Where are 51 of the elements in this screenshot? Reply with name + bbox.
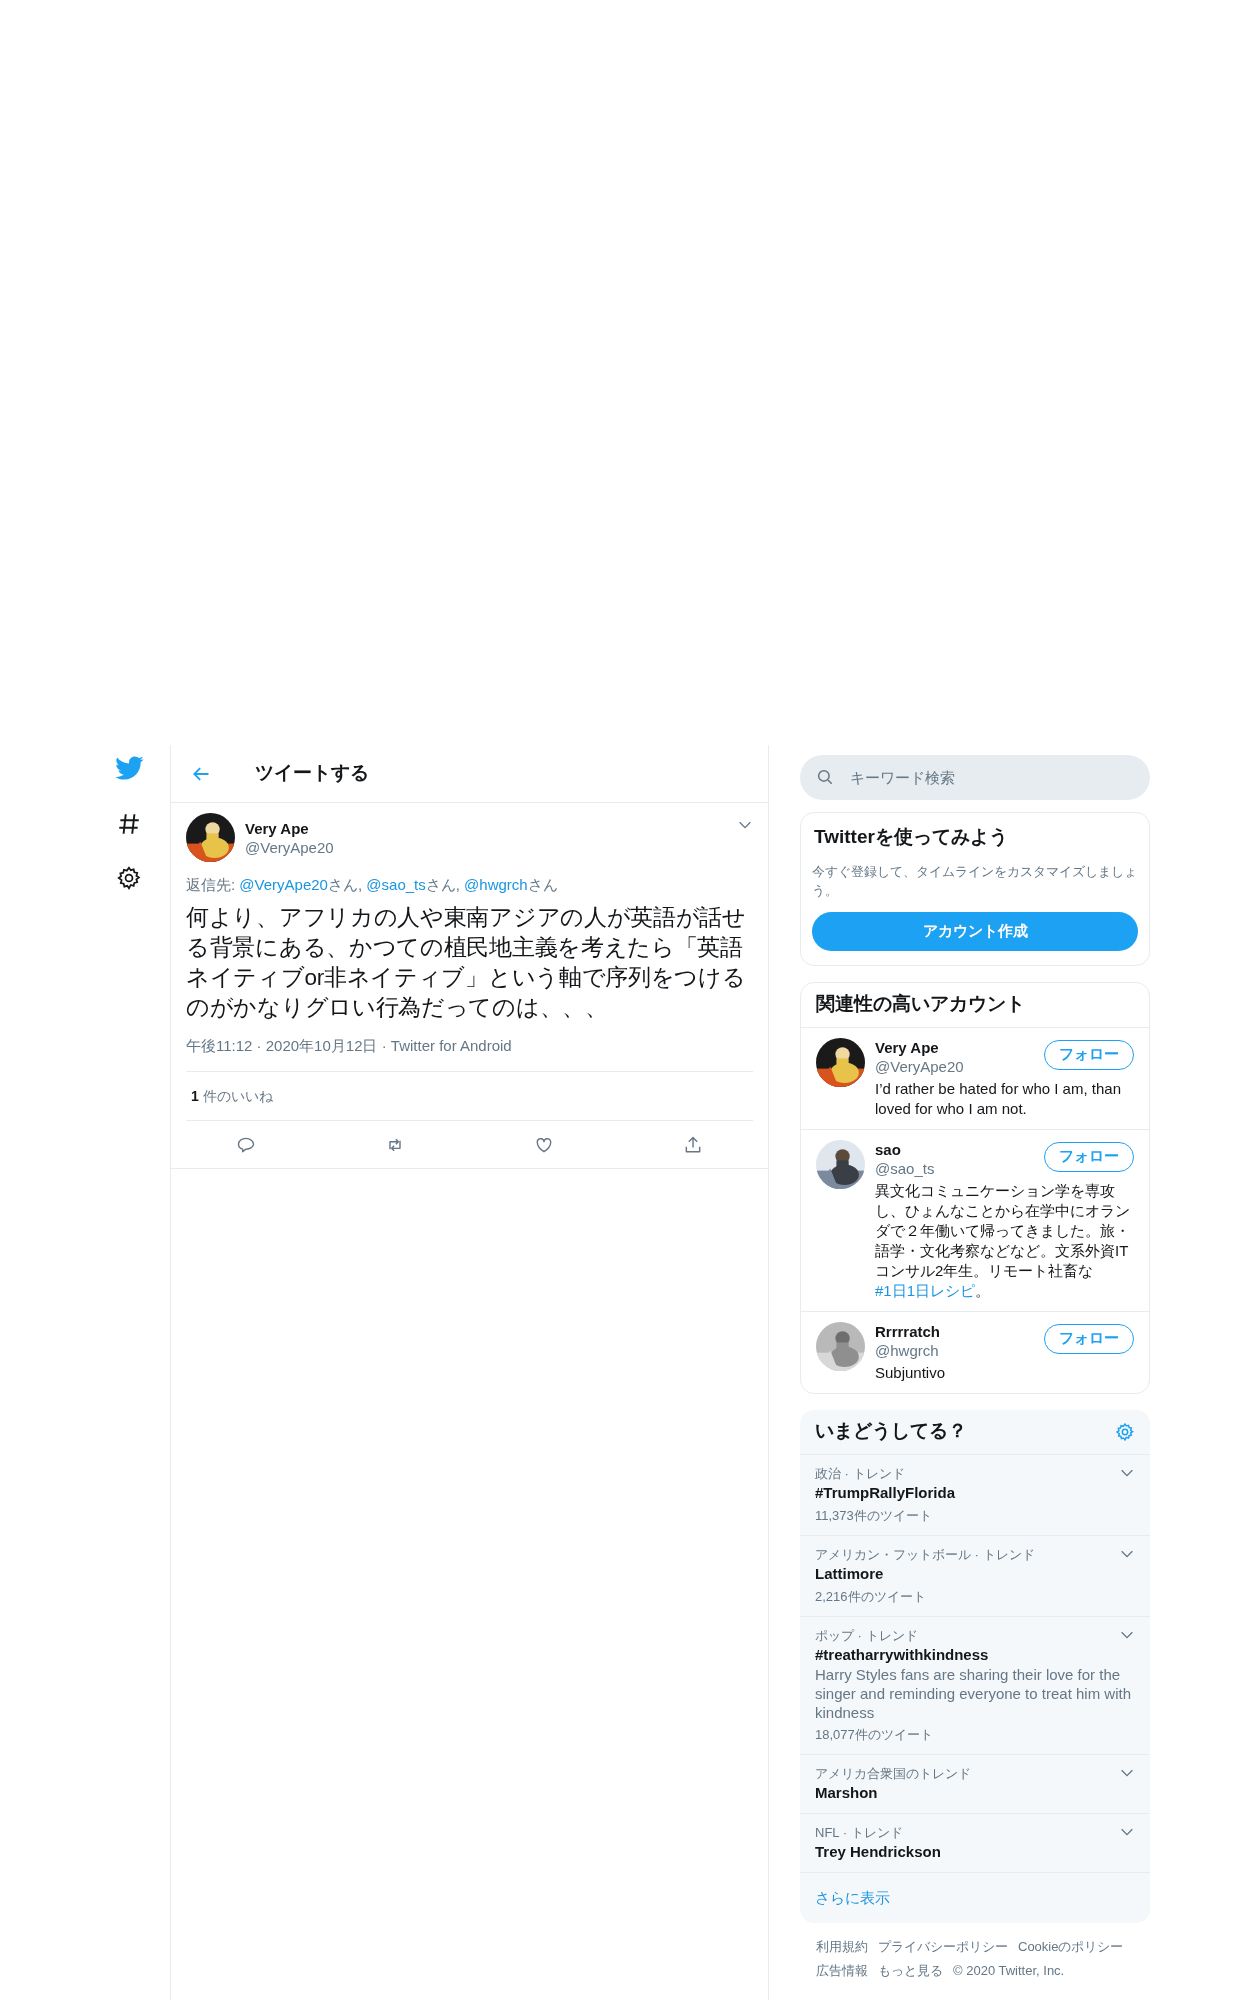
footer-link[interactable]: Cookieのポリシー [1018, 1937, 1124, 1957]
trend-context: ポップ · トレンド [815, 1626, 918, 1645]
account-name[interactable]: sao [875, 1139, 1044, 1159]
account-handle[interactable]: @VeryApe20 [875, 1056, 1044, 1076]
trend-title[interactable]: #treatharrywithkindness [815, 1644, 989, 1665]
footer-link[interactable]: 広告情報 [816, 1960, 868, 1980]
footer-link[interactable]: プライバシーポリシー [878, 1937, 1008, 1957]
tweet-count: 2,216件のツイート [815, 1587, 927, 1606]
trend-context: NFL · トレンド [815, 1823, 903, 1842]
search-icon [816, 768, 834, 786]
account-name[interactable]: Very Ape [875, 1037, 1044, 1057]
copyright-text: © 2020 Twitter, Inc. [953, 1961, 1065, 1980]
mention-link[interactable]: @sao_ts [366, 876, 426, 893]
create-account-button[interactable]: アカウント作成 [812, 911, 1138, 951]
search-field[interactable]: キーワード検索 [800, 755, 1150, 800]
trend-context: アメリカン・フットボール · トレンド [815, 1545, 1035, 1564]
trend-description: Harry Styles fans are sharing their love for the singer and reminding everyone to treat him with kindness [815, 1664, 1132, 1722]
card-title: いまどうしてる？ [815, 1419, 967, 1444]
card-title: Twitterを使ってみよう [813, 825, 1009, 849]
tweet-count: 11,373件のツイート [815, 1506, 933, 1525]
account-name[interactable]: Rrrrratch [875, 1321, 1044, 1341]
footer-link[interactable]: もっと見る [878, 1960, 943, 1980]
signup-text: 今すぐ登録して、タイムラインをカスタマイズしましょう。 [812, 862, 1138, 900]
author-handle[interactable]: @VeryApe20 [245, 837, 727, 857]
tweet-meta[interactable]: 午後11:12 · 2020年10月12日 · Twitter for Android [186, 1034, 753, 1057]
like-count[interactable]: 1 [191, 1085, 199, 1107]
reply-line: 返信先: @VeryApe20さん, @sao_tsさん, @hwgrchさん [186, 875, 559, 895]
account-bio: 異文化コミュニケーション学を専攻し、ひょんなことから在学中にオランダで２年働いて帰ってきました。旅・語学・文化考察などなど。文系外資ITコンサル2年生。リモート社畜な #1日1日レシピ。 [875, 1180, 1131, 1301]
tweet-count: 18,077件のツイート [815, 1725, 934, 1744]
like-label[interactable]: 件のいいね [202, 1085, 273, 1107]
account-bio: I’d rather be hated for who I am, than loved for who I am not. [875, 1078, 1122, 1119]
mention-link[interactable]: @hwgrch [464, 876, 528, 893]
trend-title[interactable]: Trey Hendrickson [815, 1841, 941, 1862]
mention-link[interactable]: @VeryApe20 [239, 876, 328, 893]
settings-icon[interactable] [116, 865, 142, 891]
trend-title[interactable]: #TrumpRallyFlorida [815, 1482, 956, 1503]
trend-title[interactable]: Lattimore [815, 1563, 884, 1584]
mention-link[interactable]: #1日1日レシピ [875, 1281, 976, 1299]
show-more-link[interactable]: さらに表示 [800, 1872, 1150, 1923]
account-bio: Subjuntivo [875, 1362, 947, 1383]
card-title: 関連性の高いアカウント [801, 982, 1149, 1028]
author-name[interactable]: Very Ape [245, 818, 727, 838]
hashtag-icon[interactable] [116, 811, 142, 837]
tweet-text: 何より、アフリカの人や東南アジアの人が英語が話せる背景にある、かつての植民地主義を考えたら「英語ネイティブor非ネイティブ」という軸で序列をつけるのがかなりグロい行為だってのは、、、 [186, 903, 747, 1022]
trend-title[interactable]: Marshon [815, 1782, 878, 1803]
account-handle[interactable]: @sao_ts [875, 1158, 1044, 1178]
page-title: ツイートする [255, 761, 369, 786]
account-handle[interactable]: @hwgrch [875, 1340, 1044, 1360]
trend-context: アメリカ合衆国のトレンド [815, 1764, 971, 1783]
footer-link[interactable]: 利用規約 [816, 1937, 868, 1957]
trend-context: 政治 · トレンド [815, 1464, 905, 1483]
